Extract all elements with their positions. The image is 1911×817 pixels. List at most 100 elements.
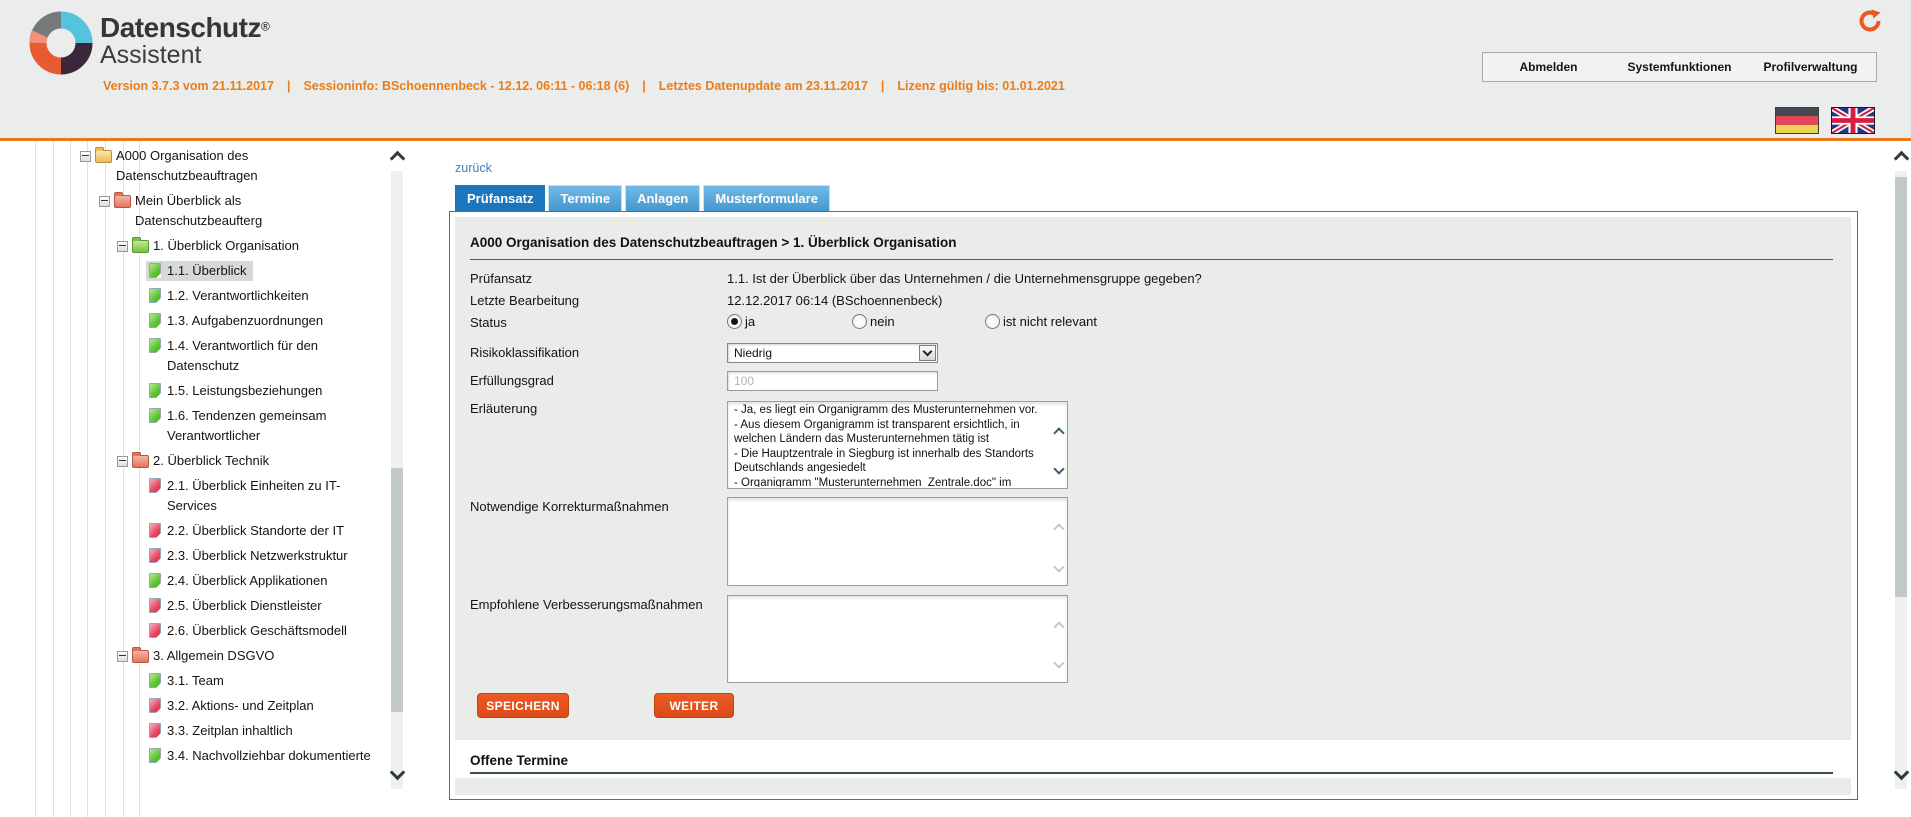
tree-item[interactable]: 1.1. Überblick [146, 261, 253, 281]
collapse-toggle-icon[interactable] [117, 651, 128, 662]
status-radio-nein[interactable] [852, 314, 867, 329]
verbesserungsmassnahmen-textarea[interactable] [727, 595, 1068, 683]
tree-item-label: 2.6. Überblick Geschäftsmodell [167, 621, 347, 641]
tree-item[interactable]: 1.4. Verantwortlich für den Datenschutz [146, 336, 386, 376]
file-red-icon [149, 623, 161, 638]
save-button[interactable]: SPEICHERN [477, 693, 569, 718]
license-info: Lizenz gültig bis: 01.01.2021 [897, 79, 1064, 93]
tree-item[interactable]: 2.1. Überblick Einheiten zu IT-Services [146, 476, 386, 516]
tree-item[interactable]: 3.4. Nachvollziehbar dokumentierte [146, 746, 378, 766]
file-green-icon [149, 573, 161, 588]
file-red-icon [149, 548, 161, 563]
tree-item[interactable]: 2. Überblick Technik [117, 451, 276, 471]
letzte-bearbeitung-value: 12.12.2017 06:14 (BSchoennenbeck) [727, 293, 942, 308]
risikoklassifikation-selected-value: Niedrig [734, 346, 772, 360]
erlaeuterung-textarea[interactable]: - Ja, es liegt ein Organigramm des Muste… [727, 401, 1068, 489]
tree-item[interactable]: 3.2. Aktions- und Zeitplan [146, 696, 321, 716]
tree-item-label: 1.4. Verantwortlich für den Datenschutz [167, 336, 379, 376]
collapse-toggle-icon[interactable] [99, 196, 110, 207]
tree-item[interactable]: 1.2. Verantwortlichkeiten [146, 286, 316, 306]
risikoklassifikation-select[interactable]: Niedrig [727, 343, 938, 363]
file-green-icon [149, 408, 161, 423]
tree-item[interactable]: 1.6. Tendenzen gemeinsam Verantwortliche… [146, 406, 386, 446]
tree-item-label: 2. Überblick Technik [153, 451, 269, 471]
tree-item[interactable]: 2.2. Überblick Standorte der IT [146, 521, 351, 541]
pruefansatz-label: Prüfansatz [470, 271, 532, 286]
korrekturmassnahmen-label: Notwendige Korrekturmaßnahmen [470, 499, 669, 514]
system-functions-button[interactable]: Systemfunktionen [1614, 53, 1745, 81]
folder-red-icon [132, 455, 149, 468]
tab-prüfansatz[interactable]: Prüfansatz [455, 185, 545, 212]
tree-item-label: 3.1. Team [167, 671, 224, 691]
sidebar-scrollbar[interactable] [389, 141, 405, 817]
tree-item-label: 2.2. Überblick Standorte der IT [167, 521, 344, 541]
refresh-icon[interactable] [1857, 8, 1883, 34]
tree-item[interactable]: 2.6. Überblick Geschäftsmodell [146, 621, 354, 641]
tree-item[interactable]: 3.1. Team [146, 671, 231, 691]
erfuellungsgrad-label: Erfüllungsgrad [470, 373, 554, 388]
separator: | [642, 79, 646, 93]
scroll-up-icon[interactable] [391, 151, 403, 165]
erlaeuterung-label: Erläuterung [470, 401, 537, 416]
header-menu: Abmelden Systemfunktionen Profilverwaltu… [1482, 52, 1877, 82]
scroll-up-icon[interactable] [1895, 151, 1907, 165]
header: Datenschutz® Assistent Version 3.7.3 vom… [0, 0, 1911, 141]
status-radio-nicht-relevant[interactable] [985, 314, 1000, 329]
tree-item-label: 2.3. Überblick Netzwerkstruktur [167, 546, 348, 566]
version-status-line: Version 3.7.3 vom 21.11.2017|Sessioninfo… [103, 79, 1065, 93]
sidebar-tree: A000 Organisation des Datenschutzbeauftr… [0, 141, 410, 817]
next-button[interactable]: WEITER [654, 693, 734, 718]
status-radio-ja[interactable] [727, 314, 742, 329]
status-radio-nein-label[interactable]: nein [870, 314, 895, 329]
tree-item[interactable]: 2.3. Überblick Netzwerkstruktur [146, 546, 355, 566]
tab-anlagen[interactable]: Anlagen [625, 185, 700, 212]
erfuellungsgrad-input: 100 [727, 371, 938, 391]
tree-item-label: 2.5. Überblick Dienstleister [167, 596, 322, 616]
pruefansatz-value: 1.1. Ist der Überblick über das Unterneh… [727, 271, 1202, 286]
erlaeuterung-text: - Ja, es liegt ein Organigramm des Muste… [734, 403, 1051, 487]
collapse-toggle-icon[interactable] [117, 456, 128, 467]
scroll-down-icon[interactable] [391, 765, 403, 779]
tree-item[interactable]: A000 Organisation des Datenschutzbeauftr… [80, 146, 335, 186]
file-green-icon [149, 313, 161, 328]
tree-item-label: 2.4. Überblick Applikationen [167, 571, 327, 591]
scroll-up-icon[interactable] [1055, 424, 1063, 442]
korrekturmassnahmen-textarea[interactable] [727, 497, 1068, 586]
tree-item[interactable]: 1.3. Aufgabenzuordnungen [146, 311, 330, 331]
tree-item[interactable]: Mein Überblick als Datenschutzbeaufterg [99, 191, 354, 231]
collapse-toggle-icon[interactable] [80, 151, 91, 162]
scroll-down-icon[interactable] [1055, 654, 1063, 672]
session-info: Sessioninfo: BSchoennenbeck - 12.12. 06:… [303, 79, 629, 93]
chevron-down-icon[interactable] [919, 345, 936, 361]
tree-item[interactable]: 2.4. Überblick Applikationen [146, 571, 334, 591]
logout-button[interactable]: Abmelden [1483, 53, 1614, 81]
scroll-up-icon[interactable] [1055, 618, 1063, 636]
tree-item[interactable]: 3. Allgemein DSGVO [117, 646, 281, 666]
profile-management-button[interactable]: Profilverwaltung [1745, 53, 1876, 81]
tree-item[interactable]: 1.5. Leistungsbeziehungen [146, 381, 329, 401]
scrollbar-thumb[interactable] [1895, 177, 1907, 597]
scroll-up-icon[interactable] [1055, 520, 1063, 538]
tree-item[interactable]: 3.3. Zeitplan inhaltlich [146, 721, 300, 741]
back-link[interactable]: zurück [455, 161, 492, 175]
donut-chart-logo-icon [28, 6, 94, 80]
scrollbar-thumb[interactable] [391, 468, 403, 712]
scroll-down-icon[interactable] [1895, 765, 1907, 779]
tab-musterformulare[interactable]: Musterformulare [703, 185, 830, 212]
letzte-bearbeitung-label: Letzte Bearbeitung [470, 293, 579, 308]
tree-item[interactable]: 2.5. Überblick Dienstleister [146, 596, 329, 616]
uk-flag-icon[interactable] [1831, 107, 1875, 134]
tree-item-label: 1. Überblick Organisation [153, 236, 299, 256]
german-flag-icon[interactable] [1775, 107, 1819, 134]
scroll-down-icon[interactable] [1055, 460, 1063, 478]
tree-item-label: 2.1. Überblick Einheiten zu IT-Services [167, 476, 379, 516]
collapse-toggle-icon[interactable] [117, 241, 128, 252]
status-radio-ja-label[interactable]: ja [745, 314, 755, 329]
window-scrollbar[interactable] [1893, 141, 1910, 817]
tree-item[interactable]: 1. Überblick Organisation [117, 236, 306, 256]
scroll-down-icon[interactable] [1055, 558, 1063, 576]
tab-termine[interactable]: Termine [548, 185, 622, 212]
file-red-icon [149, 523, 161, 538]
registered-mark: ® [261, 20, 270, 34]
status-radio-nicht-relevant-label[interactable]: ist nicht relevant [1003, 314, 1097, 329]
